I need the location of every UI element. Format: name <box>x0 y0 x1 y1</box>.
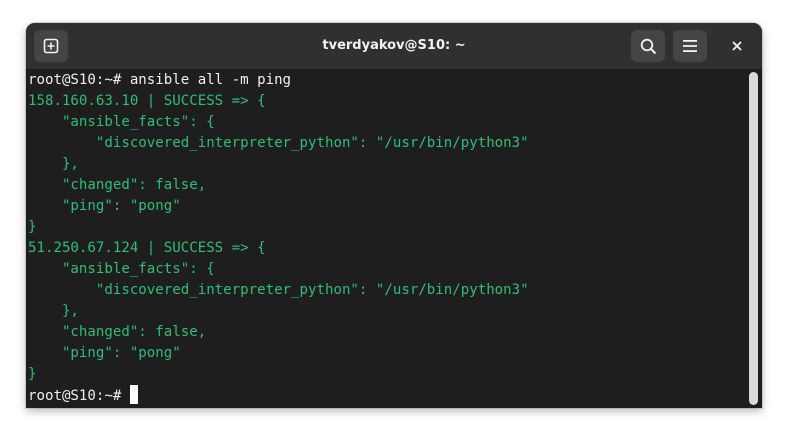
terminal-window: tverdyakov@S10: ~ root@S10:~# ansible al… <box>26 23 762 408</box>
search-icon <box>640 38 656 54</box>
output-line: 158.160.63.10 | SUCCESS => { <box>28 93 266 109</box>
output-line: "discovered_interpreter_python": "/usr/b… <box>28 135 529 151</box>
text-cursor <box>129 385 138 404</box>
scrollbar[interactable] <box>749 72 758 405</box>
output-line: "ping": "pong" <box>28 345 181 361</box>
title-bar: tverdyakov@S10: ~ <box>26 23 762 70</box>
output-line: 51.250.67.124 | SUCCESS => { <box>28 240 266 256</box>
hamburger-menu-icon <box>683 40 697 52</box>
output-line: "ansible_facts": { <box>28 261 215 277</box>
output-line: }, <box>28 156 79 172</box>
output-line: } <box>28 366 37 382</box>
search-button[interactable] <box>631 30 665 62</box>
command-line: root@S10:~# ansible all -m ping <box>28 72 292 88</box>
output-line: }, <box>28 303 79 319</box>
output-line: "changed": false, <box>28 324 207 340</box>
close-button[interactable] <box>721 30 753 62</box>
output-line: "changed": false, <box>28 177 207 193</box>
output-line: } <box>28 219 37 235</box>
close-icon <box>732 41 742 51</box>
output-line: "discovered_interpreter_python": "/usr/b… <box>28 282 529 298</box>
prompt-text: root@S10:~# <box>28 388 130 404</box>
output-line: "ping": "pong" <box>28 198 181 214</box>
output-line: "ansible_facts": { <box>28 114 215 130</box>
terminal-output[interactable]: root@S10:~# ansible all -m ping 158.160.… <box>26 70 746 408</box>
prompt-line[interactable]: root@S10:~# <box>28 385 138 406</box>
main-menu-button[interactable] <box>673 30 707 62</box>
